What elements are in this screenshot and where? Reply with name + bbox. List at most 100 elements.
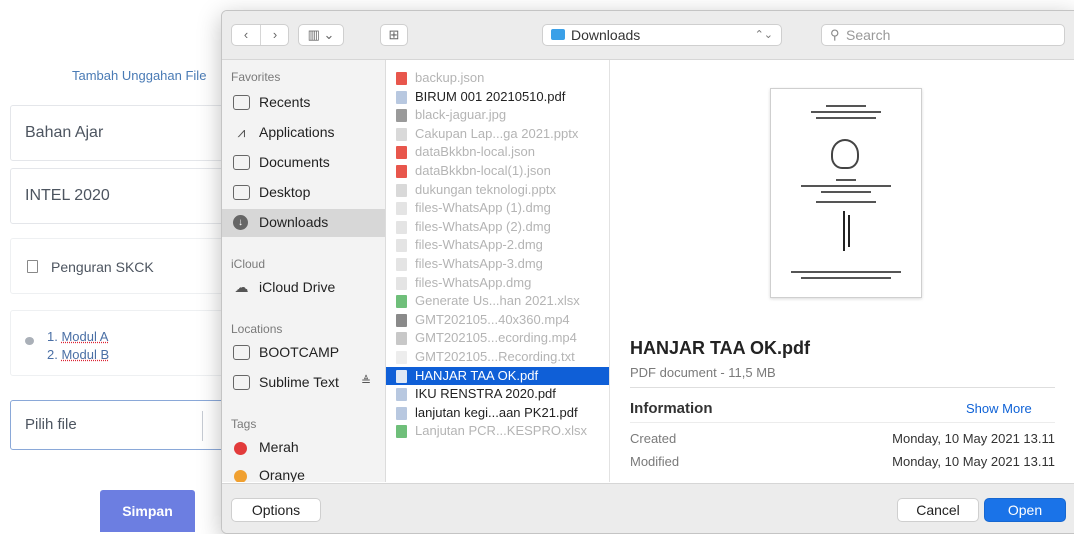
topic-field[interactable]: Penguran SKCK (10, 238, 240, 294)
location-popup[interactable]: Downloads ⌃⌄ (542, 24, 782, 46)
modul-item-name: Modul A (61, 329, 109, 344)
sidebar-item-tag-merah[interactable]: Merah (222, 434, 385, 462)
location-label: Downloads (571, 27, 641, 43)
file-row[interactable]: Lanjutan PCR...KESPRO.xlsx (386, 422, 609, 440)
recents-icon (233, 95, 250, 110)
file-icon (396, 109, 407, 123)
document-icon (27, 260, 38, 273)
file-icon (396, 406, 407, 420)
sidebar-header-icloud: iCloud (231, 257, 266, 271)
back-button[interactable]: ‹ (232, 25, 261, 45)
file-name: black-jaguar.jpg (415, 107, 507, 123)
new-folder-icon: ⊞ (388, 27, 400, 42)
sidebar-item-applications[interactable]: ⩘ Applications (222, 119, 385, 147)
cancel-button[interactable]: Cancel (897, 498, 979, 522)
open-file-dialog: ‹ › ▥ ⌄ ⊞ Downloads ⌃⌄ ⚲ Search Favorite… (221, 10, 1074, 534)
file-icon (396, 313, 407, 327)
folder-icon (551, 29, 565, 40)
search-field[interactable]: ⚲ Search (821, 24, 1065, 46)
file-icon (396, 90, 407, 104)
file-row[interactable]: GMT202105...Recording.txt (386, 348, 609, 366)
sidebar-item-tag-oranye[interactable]: Oranye (222, 462, 385, 482)
file-icon (396, 220, 407, 234)
pdf-thumbnail (770, 88, 922, 298)
file-name: files-WhatsApp.dmg (415, 274, 532, 290)
file-name: dataBkkbn-local(1).json (415, 163, 551, 178)
file-row[interactable]: files-WhatsApp-3.dmg (386, 255, 609, 273)
dialog-toolbar: ‹ › ▥ ⌄ ⊞ Downloads ⌃⌄ ⚲ Search (222, 11, 1074, 60)
file-icon (396, 351, 407, 364)
options-button[interactable]: Options (231, 498, 321, 522)
file-name: BIRUM 001 20210510.pdf (415, 88, 566, 104)
sidebar-item-downloads[interactable]: ↓ Downloads (222, 209, 385, 237)
file-row[interactable]: HANJAR TAA OK.pdf (386, 366, 609, 385)
bubble-icon (25, 337, 34, 345)
eject-icon[interactable]: ≜ (361, 374, 371, 388)
tag-orange-icon (234, 470, 247, 482)
emblem-icon (831, 139, 859, 169)
file-row[interactable]: files-WhatsApp (2).dmg (386, 218, 609, 236)
file-row[interactable]: dataBkkbn-local.json (386, 143, 609, 161)
search-icon: ⚲ (830, 27, 840, 42)
file-name: dukungan teknologi.pptx (415, 181, 556, 197)
modul-list: 1. Modul A 2. Modul B (10, 310, 240, 376)
disk-icon (233, 345, 250, 360)
save-button[interactable]: Simpan (100, 490, 195, 532)
sidebar-item-icloud-drive[interactable]: ☁ iCloud Drive (222, 274, 385, 302)
applications-icon: ⩘ (237, 124, 246, 140)
file-preview: HANJAR TAA OK.pdf PDF document - 11,5 MB… (610, 60, 1074, 482)
bahan-ajar-select[interactable]: Bahan Ajar (10, 105, 240, 161)
file-icon (396, 127, 407, 141)
information-header: Information (630, 400, 713, 417)
file-row[interactable]: lanjutan kegi...aan PK21.pdf (386, 404, 609, 422)
modified-label: Modified (630, 454, 680, 469)
back-forward-buttons: ‹ › (231, 24, 289, 46)
file-row[interactable]: files-WhatsApp.dmg (386, 274, 609, 292)
file-name: IKU RENSTRA 2020.pdf (415, 386, 556, 402)
file-row[interactable]: backup.json (386, 69, 609, 87)
file-icon (396, 202, 407, 216)
file-picker-divider (202, 411, 203, 441)
file-row[interactable]: dukungan teknologi.pptx (386, 181, 609, 199)
sidebar-header-favorites: Favorites (231, 70, 281, 84)
column-view-icon: ▥ ⌄ (307, 27, 335, 42)
file-picker-placeholder: Pilih file (25, 416, 77, 433)
dialog-bottom-bar: Options Cancel Open (222, 483, 1074, 533)
file-row[interactable]: black-jaguar.jpg (386, 106, 609, 124)
file-icon (396, 146, 407, 160)
file-row[interactable]: files-WhatsApp-2.dmg (386, 236, 609, 254)
open-button[interactable]: Open (984, 498, 1066, 522)
file-name: files-WhatsApp-2.dmg (415, 237, 543, 253)
file-row[interactable]: IKU RENSTRA 2020.pdf (386, 385, 609, 403)
file-icon (396, 72, 407, 85)
file-row[interactable]: BIRUM 001 20210510.pdf (386, 88, 609, 106)
file-name: lanjutan kegi...aan PK21.pdf (415, 404, 578, 420)
new-folder-button[interactable]: ⊞ (380, 24, 408, 46)
category-select[interactable]: INTEL 2020 (10, 168, 240, 224)
file-row[interactable]: Cakupan Lap...ga 2021.pptx (386, 125, 609, 143)
file-row[interactable]: Generate Us...han 2021.xlsx (386, 292, 609, 310)
view-mode-button[interactable]: ▥ ⌄ (298, 24, 344, 46)
sidebar-item-recents[interactable]: Recents (222, 89, 385, 117)
file-picker-input[interactable]: Pilih file (10, 400, 240, 450)
file-row[interactable]: GMT202105...ecording.mp4 (386, 329, 609, 347)
sidebar-item-sublime-text[interactable]: Sublime Text ≜ (222, 369, 385, 397)
modul-item[interactable]: 2. Modul B (47, 347, 109, 362)
file-row[interactable]: GMT202105...40x360.mp4 (386, 311, 609, 329)
preview-title: HANJAR TAA OK.pdf (630, 338, 810, 358)
downloads-icon: ↓ (233, 215, 248, 230)
file-name: files-WhatsApp (1).dmg (415, 200, 551, 216)
sidebar-item-documents[interactable]: Documents (222, 149, 385, 177)
file-icon (396, 276, 407, 290)
file-icon (396, 183, 407, 197)
sidebar-item-bootcamp[interactable]: BOOTCAMP (222, 339, 385, 367)
show-more-link[interactable]: Show More (966, 401, 1032, 416)
sidebar-item-desktop[interactable]: Desktop (222, 179, 385, 207)
upload-file-label: Tambah Unggahan File (72, 68, 207, 83)
modul-item[interactable]: 1. Modul A (47, 329, 108, 344)
file-name: backup.json (415, 70, 485, 85)
file-row[interactable]: dataBkkbn-local(1).json (386, 162, 609, 180)
forward-button[interactable]: › (261, 25, 289, 45)
updown-chevron-icon: ⌃⌄ (754, 29, 773, 41)
file-row[interactable]: files-WhatsApp (1).dmg (386, 199, 609, 217)
